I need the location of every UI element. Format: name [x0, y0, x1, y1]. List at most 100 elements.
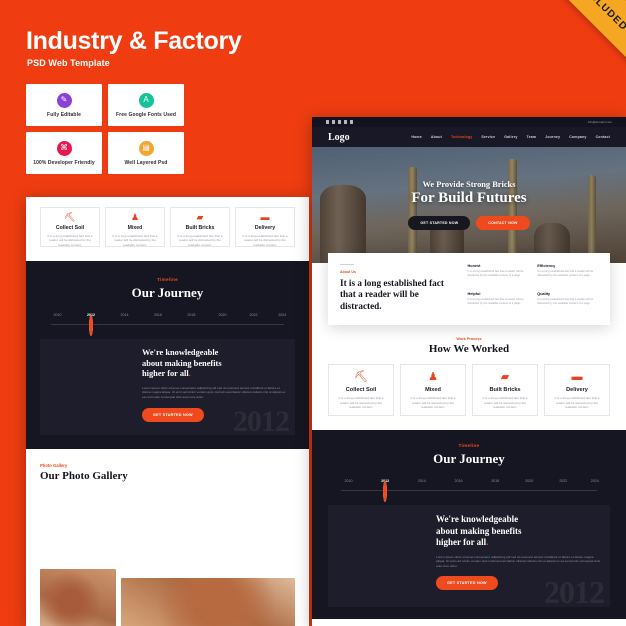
- timeline-year-2010[interactable]: 2010: [54, 313, 62, 317]
- process-card[interactable]: ▰ Built Bricks It is a long established …: [472, 364, 538, 417]
- journey-cta-button[interactable]: GET STARTED NOW: [436, 576, 498, 591]
- pinterest-icon[interactable]: [343, 120, 348, 124]
- facebook-icon[interactable]: [326, 120, 330, 124]
- journey-section: Timeline Our Journey 2010 2012 2014 2016…: [312, 430, 626, 620]
- hero-subtitle: We Provide Strong Bricks: [422, 180, 516, 189]
- process-card[interactable]: ⛏ Collect Soil It is a long established …: [328, 364, 394, 417]
- timeline-year-2012[interactable]: 2012: [381, 479, 389, 503]
- timeline-year-2012[interactable]: 2012: [87, 313, 95, 336]
- hero-secondary-button[interactable]: CONTACT NOW: [476, 216, 530, 230]
- left-page-mockup: ⛏ Collect Soil It is a long established …: [26, 197, 309, 626]
- topbar-email[interactable]: info@domain.com: [588, 120, 612, 124]
- process-card-text: It is a long established fact that a rea…: [482, 396, 528, 410]
- process-card[interactable]: ▬ Delivery It is a long established fact…: [544, 364, 610, 417]
- nav-item-home[interactable]: Home: [411, 135, 422, 139]
- timeline-year-label: 2024: [590, 479, 599, 484]
- linkedin-icon[interactable]: [349, 120, 353, 124]
- nav-item-company[interactable]: Company: [569, 135, 586, 139]
- timeline-year-2018[interactable]: 2018: [491, 479, 499, 483]
- delivery-truck-icon: ▬: [571, 371, 583, 384]
- nav-item-contact[interactable]: Contact: [596, 135, 610, 139]
- nav-item-about[interactable]: About: [431, 135, 442, 139]
- nav-item-gallery[interactable]: Gallery: [504, 135, 517, 139]
- process-card-text: It is a long established fact that a rea…: [410, 396, 456, 410]
- timeline-year-2014[interactable]: 2014: [120, 313, 128, 317]
- journey-timeline[interactable]: 2010 2012 2014 2016 2018 2020 2022 2024: [48, 313, 287, 336]
- journey-title: Our Journey: [433, 451, 505, 467]
- process-card[interactable]: ♟ Mixed It is a long established fact th…: [400, 364, 466, 417]
- gallery-photo[interactable]: [40, 488, 116, 564]
- process-card-title: Delivery: [254, 225, 276, 231]
- process-card-row: ⛏ Collect Soil It is a long established …: [26, 197, 309, 261]
- journey-eyebrow: Timeline: [458, 443, 480, 449]
- gallery-section: Photo Gallery Our Photo Gallery: [312, 619, 626, 626]
- timeline-track: [51, 324, 284, 325]
- how-title: How We Worked: [428, 343, 510, 356]
- timeline-year-2022[interactable]: 2022: [559, 479, 567, 483]
- site-navbar: Logo Home About Technology Service Galle…: [312, 127, 626, 147]
- about-feature-title: Quality: [537, 292, 551, 297]
- nav-item-technology[interactable]: Technology: [451, 135, 472, 139]
- about-heading: It is a long established fact that a rea…: [340, 278, 444, 311]
- nav-item-team[interactable]: Team: [527, 135, 537, 139]
- gallery-photo[interactable]: [121, 488, 295, 573]
- timeline-year-label: 2010: [53, 313, 62, 317]
- how-we-worked-section: Work Process How We Worked ⛏ Collect Soi…: [312, 335, 626, 431]
- image-not-included-ribbon: IMAGE NOT INCLUDED: [476, 0, 626, 85]
- timeline-year-2010[interactable]: 2010: [344, 479, 352, 483]
- social-icon-group[interactable]: [326, 120, 353, 124]
- journey-heading-line1: We're knowledgeable: [436, 514, 519, 525]
- journey-panel: We're knowledgeable about making benefit…: [40, 339, 295, 438]
- timeline-year-2018[interactable]: 2018: [187, 313, 195, 317]
- divider: [340, 264, 354, 265]
- site-topbar: info@domain.com: [312, 117, 626, 127]
- shovel-soil-icon: ⛏: [64, 212, 76, 222]
- journey-cta-button[interactable]: GET STARTED NOW: [142, 407, 204, 422]
- process-card-text: It is a long established fact that a rea…: [242, 234, 288, 247]
- feature-badge-label: Free Google Fonts Used: [116, 111, 176, 118]
- instagram-icon[interactable]: [337, 120, 342, 124]
- about-feature: Quality It is a long established fact th…: [537, 292, 598, 312]
- timeline-year-2016[interactable]: 2016: [154, 313, 162, 317]
- timeline-year-2014[interactable]: 2014: [418, 479, 426, 483]
- feature-badge: ⌘ 100% Developer Friendly: [26, 132, 102, 174]
- journey-photo: [49, 348, 133, 426]
- process-card[interactable]: ⛏ Collect Soil It is a long established …: [40, 207, 100, 247]
- nav-item-service[interactable]: Service: [481, 135, 495, 139]
- process-card-title: Collect Soil: [345, 387, 377, 394]
- timeline-year-2020[interactable]: 2020: [218, 313, 226, 317]
- page-title: Industry & Factory: [26, 27, 242, 55]
- process-card[interactable]: ▬ Delivery It is a long established fact…: [235, 207, 295, 247]
- site-logo[interactable]: Logo: [328, 132, 350, 143]
- about-left: About Us It is a long established fact t…: [340, 264, 454, 312]
- journey-section: Timeline Our Journey 2010 2012 2014 2016…: [26, 261, 309, 449]
- process-card-title: Mixed: [425, 387, 441, 394]
- timeline-year-2022[interactable]: 2022: [250, 313, 258, 317]
- hero-content: We Provide Strong Bricks For Build Futur…: [312, 147, 626, 263]
- timeline-year-label: 2024: [278, 313, 287, 317]
- twitter-icon[interactable]: [331, 120, 336, 124]
- about-feature-title: Honest: [467, 264, 481, 268]
- timeline-year-2024[interactable]: 2024: [591, 479, 599, 483]
- process-card[interactable]: ▰ Built Bricks It is a long established …: [170, 207, 230, 247]
- process-card[interactable]: ♟ Mixed It is a long established fact th…: [105, 207, 165, 247]
- timeline-year-2016[interactable]: 2016: [455, 479, 463, 483]
- process-card-text: It is a long established fact that a rea…: [554, 396, 600, 410]
- gallery-photo[interactable]: [40, 569, 116, 626]
- feature-badge-label: Well Layered Psd: [124, 159, 168, 166]
- timeline-year-2024[interactable]: 2024: [278, 313, 286, 317]
- feature-badge: ▤ Well Layered Psd: [108, 132, 184, 174]
- process-card-title: Collect Soil: [55, 225, 85, 231]
- journey-heading-line2: about making benefits: [436, 525, 522, 536]
- journey-timeline[interactable]: 2010 2012 2014 2016 2018 2020 2022 2024: [338, 479, 600, 503]
- process-card-text: It is a long established fact that a rea…: [338, 396, 384, 410]
- hero-primary-button[interactable]: GET STARTED NOW: [408, 216, 471, 230]
- gallery-photo[interactable]: [121, 578, 295, 626]
- timeline-year-2020[interactable]: 2020: [525, 479, 533, 483]
- timeline-year-label: 2016: [153, 313, 162, 317]
- journey-paragraph: Lorem ipsum dolor sit amet consectetur a…: [436, 554, 601, 568]
- nav-item-journey[interactable]: Journey: [545, 135, 560, 139]
- about-feature-text: It is a long established fact that a rea…: [537, 298, 594, 306]
- timeline-dot-active: [89, 315, 94, 336]
- journey-paragraph: Lorem ipsum dolor sit amet consectetur a…: [142, 385, 286, 399]
